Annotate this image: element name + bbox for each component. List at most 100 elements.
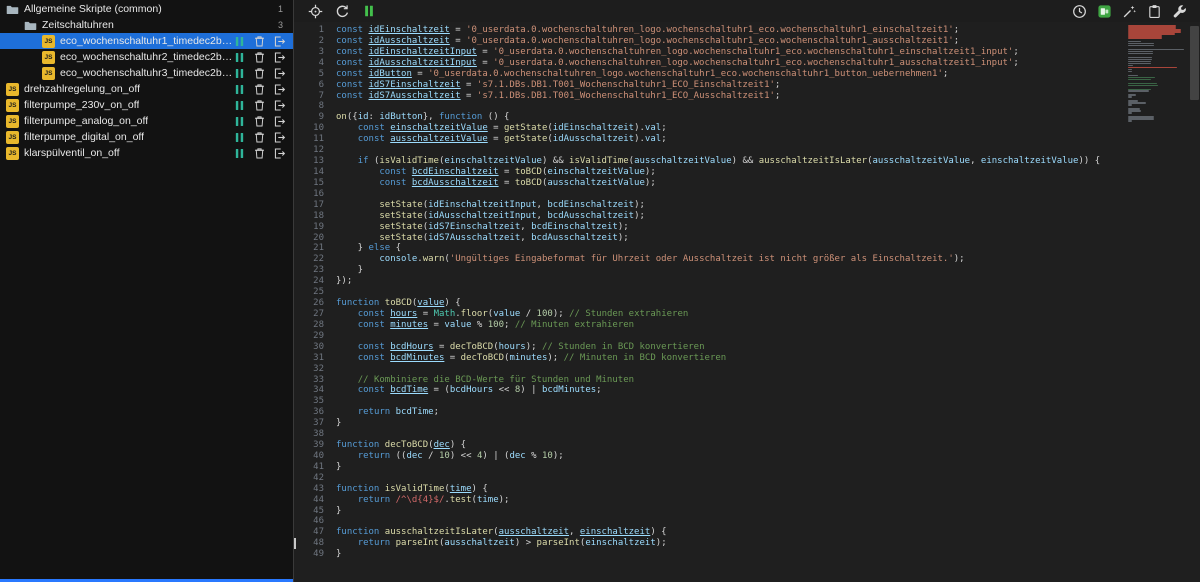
code-line[interactable]: setState(idAusschaltzeitInput, bcdAussch… xyxy=(336,211,1100,222)
code-line[interactable]: } else { xyxy=(336,243,1100,254)
code-line[interactable]: const idS7Ausschaltzeit = 's7.1.DBs.DB1.… xyxy=(336,91,1100,102)
code-line[interactable]: // Kombiniere die BCD-Werte für Stunden … xyxy=(336,375,1100,386)
code-line[interactable]: const idAusschaltzeitInput = '0_userdata… xyxy=(336,58,1100,69)
trash-icon[interactable] xyxy=(253,67,266,80)
pause-icon[interactable] xyxy=(233,83,246,96)
pause-icon[interactable] xyxy=(233,131,246,144)
wrench-icon[interactable] xyxy=(1171,3,1187,19)
code-line[interactable]: setState(idS7Ausschaltzeit, bcdAusschalt… xyxy=(336,233,1100,244)
locate-icon[interactable] xyxy=(307,3,323,19)
code-line[interactable]: return bcdTime; xyxy=(336,407,1100,418)
code-line[interactable]: const idEinschaltzeit = '0_userdata.0.wo… xyxy=(336,25,1100,36)
vertical-scrollbar[interactable] xyxy=(1189,22,1200,582)
code-line[interactable]: const idAusschaltzeit = '0_userdata.0.wo… xyxy=(336,36,1100,47)
pause-icon[interactable] xyxy=(233,115,246,128)
code-line[interactable]: } xyxy=(336,418,1100,429)
code-line[interactable]: if (isValidTime(einschaltzeitValue) && i… xyxy=(336,156,1100,167)
code-line[interactable]: on({id: idButton}, function () { xyxy=(336,112,1100,123)
export-icon[interactable] xyxy=(273,67,286,80)
code-line[interactable]: return ((dec / 10) << 4) | (dec % 10); xyxy=(336,451,1100,462)
pause-script-icon[interactable] xyxy=(361,3,377,19)
code-line[interactable]: return /^\d{4}$/.test(time); xyxy=(336,495,1100,506)
code-area[interactable]: 1234567891011121314151617181920212223242… xyxy=(294,22,1200,582)
code-line[interactable]: const bcdAusschaltzeit = toBCD(ausschalt… xyxy=(336,178,1100,189)
code-line[interactable]: const bcdHours = decToBCD(hours); // Stu… xyxy=(336,342,1100,353)
tree-script-row[interactable]: JSeco_wochenschaltuhr2_timedec2bcd_contr… xyxy=(0,49,293,65)
export-icon[interactable] xyxy=(273,99,286,112)
pause-icon[interactable] xyxy=(233,67,246,80)
code-line[interactable] xyxy=(336,189,1100,200)
code-lines[interactable]: const idEinschaltzeit = '0_userdata.0.wo… xyxy=(324,22,1100,582)
code-line[interactable]: }); xyxy=(336,276,1100,287)
cron-clock-icon[interactable] xyxy=(1071,3,1087,19)
code-line[interactable]: const idS7Einschaltzeit = 's7.1.DBs.DB1.… xyxy=(336,80,1100,91)
tree-script-row[interactable]: JSeco_wochenschaltuhr1_timedec2bcd_contr… xyxy=(0,33,293,49)
code-line[interactable]: } xyxy=(336,549,1100,560)
export-icon[interactable] xyxy=(273,131,286,144)
code-line[interactable]: setState(idEinschaltzeitInput, bcdEinsch… xyxy=(336,200,1100,211)
code-line[interactable]: const ausschaltzeitValue = getState(idAu… xyxy=(336,134,1100,145)
code-line[interactable] xyxy=(336,429,1100,440)
scrollbar-thumb[interactable] xyxy=(1190,26,1199,100)
code-line[interactable]: } xyxy=(336,265,1100,276)
code-line[interactable] xyxy=(336,287,1100,298)
tree-item-label: Zeitschaltuhren xyxy=(42,19,114,31)
tree-script-row[interactable]: JSfilterpumpe_digital_on_off xyxy=(0,129,293,145)
code-line[interactable]: function toBCD(value) { xyxy=(336,298,1100,309)
export-icon[interactable] xyxy=(273,35,286,48)
code-line[interactable]: const bcdEinschaltzeit = toBCD(einschalt… xyxy=(336,167,1100,178)
minimap-line xyxy=(1128,92,1186,94)
trash-icon[interactable] xyxy=(253,147,266,160)
pause-icon[interactable] xyxy=(233,147,246,160)
code-line[interactable]: const einschaltzeitValue = getState(idEi… xyxy=(336,123,1100,134)
minimap[interactable] xyxy=(1128,25,1186,122)
code-line[interactable]: function isValidTime(time) { xyxy=(336,484,1100,495)
export-icon[interactable] xyxy=(273,83,286,96)
export-icon[interactable] xyxy=(273,51,286,64)
code-line[interactable] xyxy=(336,364,1100,375)
wand-icon[interactable] xyxy=(1121,3,1137,19)
trash-icon[interactable] xyxy=(253,115,266,128)
code-line[interactable] xyxy=(336,516,1100,527)
pause-icon[interactable] xyxy=(233,51,246,64)
code-line[interactable]: const idButton = '0_userdata.0.wochensch… xyxy=(336,69,1100,80)
export-icon[interactable] xyxy=(273,115,286,128)
tree-script-row[interactable]: JSklarspülventil_on_off xyxy=(0,145,293,161)
tree-script-row[interactable]: JSfilterpumpe_230v_on_off xyxy=(0,97,293,113)
code-line[interactable] xyxy=(336,145,1100,156)
code-line[interactable]: const hours = Math.floor(value / 100); /… xyxy=(336,309,1100,320)
trash-icon[interactable] xyxy=(253,99,266,112)
refresh-icon[interactable] xyxy=(334,3,350,19)
code-line[interactable]: } xyxy=(336,506,1100,517)
pause-icon[interactable] xyxy=(233,99,246,112)
code-line[interactable]: const minutes = value % 100; // Minuten … xyxy=(336,320,1100,331)
code-line[interactable] xyxy=(336,396,1100,407)
code-line[interactable]: const idEinschaltzeitInput = '0_userdata… xyxy=(336,47,1100,58)
line-number: 42 xyxy=(294,473,324,484)
trash-icon[interactable] xyxy=(253,35,266,48)
code-line[interactable] xyxy=(336,101,1100,112)
code-line[interactable] xyxy=(336,331,1100,342)
tree-script-row[interactable]: JSdrehzahlregelung_on_off xyxy=(0,81,293,97)
trash-icon[interactable] xyxy=(253,131,266,144)
export-icon[interactable] xyxy=(273,147,286,160)
tree-script-row[interactable]: JSfilterpumpe_analog_on_off xyxy=(0,113,293,129)
blockly-icon[interactable] xyxy=(1096,3,1112,19)
code-line[interactable]: } xyxy=(336,462,1100,473)
code-line[interactable]: function decToBCD(dec) { xyxy=(336,440,1100,451)
clipboard-icon[interactable] xyxy=(1146,3,1162,19)
code-line[interactable]: console.warn('Ungültiges Eingabeformat f… xyxy=(336,254,1100,265)
code-line[interactable]: function ausschaltzeitIsLater(ausschaltz… xyxy=(336,527,1100,538)
pause-icon[interactable] xyxy=(233,35,246,48)
tree-script-row[interactable]: JSeco_wochenschaltuhr3_timedec2bcd_contr… xyxy=(0,65,293,81)
tree-folder-row[interactable]: Allgemeine Skripte (common)1 xyxy=(0,1,293,17)
trash-icon[interactable] xyxy=(253,83,266,96)
line-number: 26 xyxy=(294,298,324,309)
code-line[interactable]: const bcdMinutes = decToBCD(minutes); //… xyxy=(336,353,1100,364)
code-line[interactable]: const bcdTime = (bcdHours << 8) | bcdMin… xyxy=(336,385,1100,396)
code-line[interactable]: setState(idS7Einschaltzeit, bcdEinschalt… xyxy=(336,222,1100,233)
code-line[interactable]: return parseInt(ausschaltzeit) > parseIn… xyxy=(336,538,1100,549)
code-line[interactable] xyxy=(336,473,1100,484)
tree-folder-row[interactable]: Zeitschaltuhren3 xyxy=(0,17,293,33)
trash-icon[interactable] xyxy=(253,51,266,64)
